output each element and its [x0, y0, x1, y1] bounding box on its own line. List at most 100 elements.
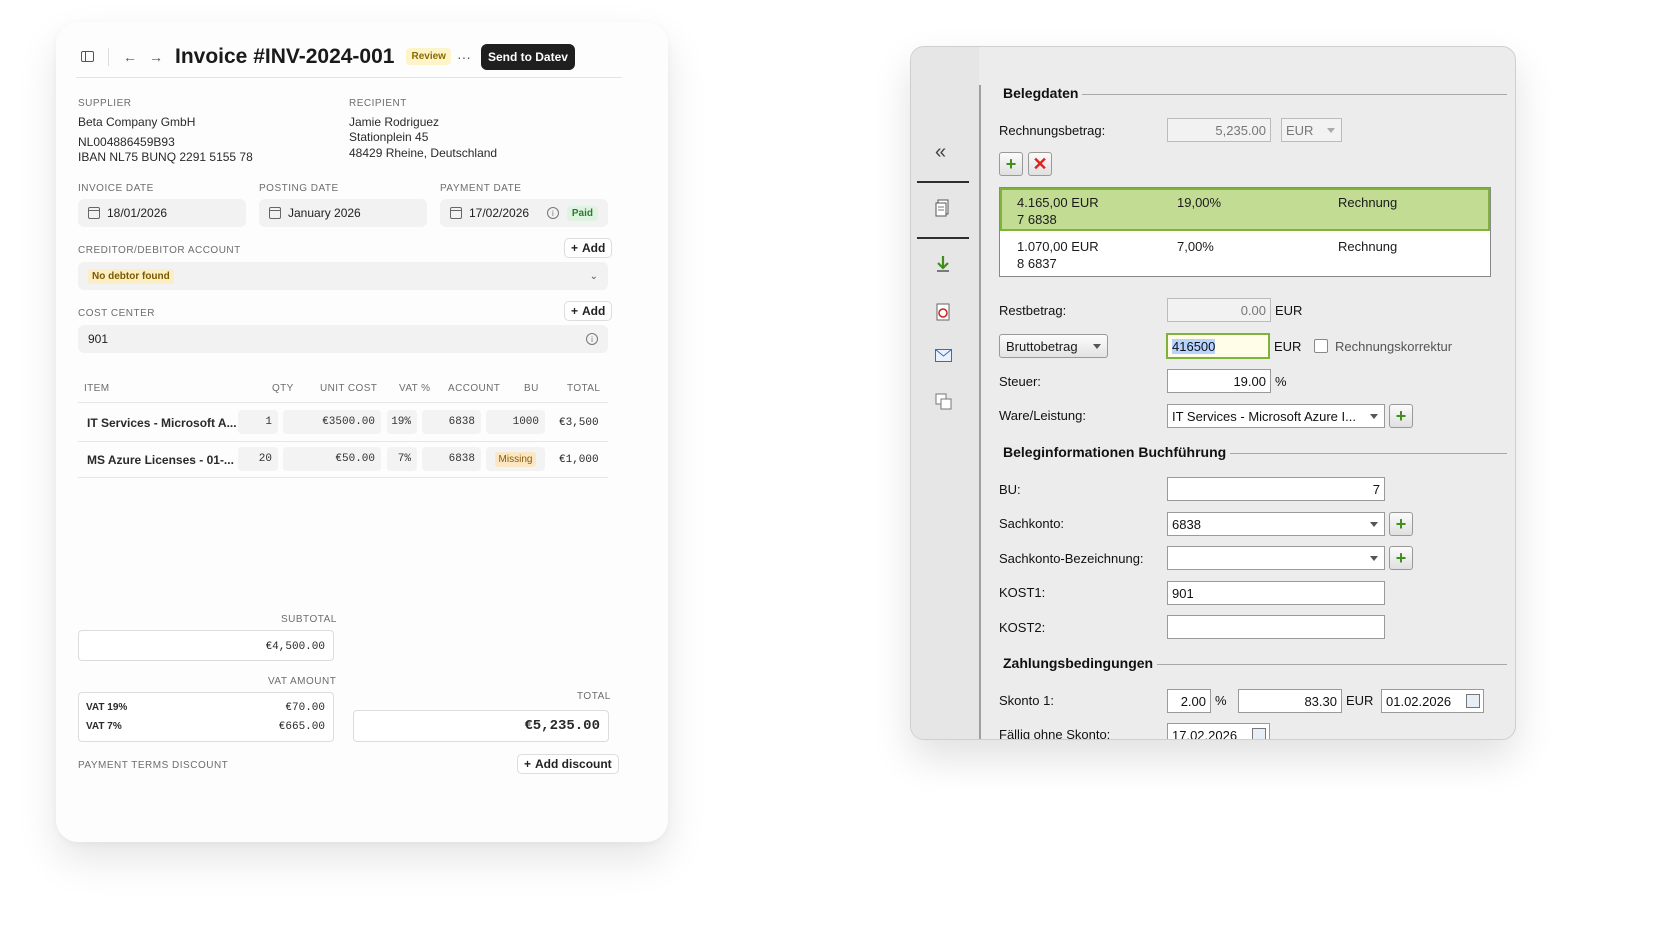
missing-badge: Missing [494, 451, 537, 467]
steuer-field[interactable]: 19.00 [1167, 369, 1271, 393]
row2-item[interactable]: MS Azure Licenses - 01-... [87, 452, 234, 468]
total-value: €5,235.00 [524, 718, 600, 734]
split-row[interactable]: 4.165,00 EUR 7 6838 19,00% Rechnung [1000, 188, 1490, 231]
subtotal-value: €4,500.00 [265, 641, 325, 653]
invoice-header: ← → Invoice #INV-2024-001 Review ··· Sen… [76, 36, 622, 78]
kost1-label: KOST1: [999, 585, 1046, 600]
add-cost-center-button[interactable]: + Add [564, 301, 613, 321]
sachkonto-bezeichnung-select[interactable] [1167, 546, 1385, 570]
send-to-datev-button[interactable]: Send to Datev [480, 43, 575, 70]
split-row[interactable]: 1.070,00 EUR 8 6837 7,00% Rechnung [1000, 233, 1490, 276]
add-sachkonto-button[interactable]: + [1389, 512, 1413, 536]
add-split-button[interactable]: + [999, 152, 1023, 176]
col-total: TOTAL [567, 383, 601, 394]
dropdown-arrow-icon [1370, 556, 1378, 561]
col-vat: VAT % [399, 383, 431, 394]
skonto1-percent-field[interactable]: 2.00 [1167, 689, 1211, 713]
recipient-city: 48429 Rheine, Deutschland [349, 146, 498, 160]
row2-vat[interactable]: 7% [387, 447, 417, 471]
supplier-label: SUPPLIER [78, 98, 132, 109]
col-qty: QTY [272, 383, 294, 394]
datev-window: « Belegdaten Rechnungsbetrag: 5,235.00 E… [910, 46, 1516, 740]
document-icon[interactable] [935, 199, 951, 222]
calendar-icon [88, 207, 100, 219]
kost2-field[interactable] [1167, 615, 1385, 639]
download-icon[interactable] [936, 255, 950, 278]
row1-item[interactable]: IT Services - Microsoft A... [87, 415, 237, 431]
skonto1-amount-field[interactable]: 83.30 [1238, 689, 1342, 713]
info-icon[interactable]: i [586, 333, 598, 345]
zahlungsbedingungen-heading: Zahlungsbedingungen [995, 655, 1158, 671]
ware-leistung-label: Ware/Leistung: [999, 408, 1086, 423]
collapse-chevrons-icon[interactable]: « [935, 141, 946, 164]
skonto1-label: Skonto 1: [999, 693, 1054, 708]
calendar-icon[interactable] [1252, 728, 1266, 739]
sachkonto-bezeichnung-label: Sachkonto-Bezeichnung: [999, 551, 1144, 566]
row1-account[interactable]: 6838 [422, 410, 481, 434]
faellig-date-field[interactable]: 17.02.2026 [1167, 723, 1270, 739]
paid-badge: Paid [566, 205, 598, 221]
row1-unit-cost[interactable]: €3500.00 [283, 410, 381, 434]
add-sachkonto-bezeichnung-button[interactable]: + [1389, 546, 1413, 570]
row2-account[interactable]: 6838 [422, 447, 481, 471]
total-label: TOTAL [577, 691, 611, 702]
row2-unit-cost[interactable]: €50.00 [283, 447, 381, 471]
add-creditor-button[interactable]: + Add [564, 238, 613, 258]
posting-date-value: January 2026 [288, 206, 361, 220]
supplier-vat-id: NL004886459B93 [78, 135, 175, 149]
skonto1-percent-unit: % [1215, 693, 1227, 708]
vat-19-value: €70.00 [285, 702, 325, 714]
calendar-icon [450, 207, 462, 219]
row1-bu[interactable]: 1000 [486, 410, 545, 434]
add-ware-button[interactable]: + [1389, 404, 1413, 428]
steuer-unit: % [1275, 374, 1287, 389]
add-discount-button[interactable]: + Add discount [517, 754, 619, 774]
delete-split-button[interactable]: ✕ [1028, 152, 1052, 176]
row1-vat[interactable]: 19% [387, 410, 417, 434]
row1-qty[interactable]: 1 [238, 410, 278, 434]
sachkonto-select[interactable]: 6838 [1167, 512, 1385, 536]
forward-arrow-icon[interactable]: → [145, 46, 167, 68]
calendar-icon [269, 207, 281, 219]
recipient-label: RECIPIENT [349, 98, 407, 109]
datev-sidebar: « [911, 47, 979, 739]
copy-icon[interactable] [935, 393, 952, 415]
row2-qty[interactable]: 20 [238, 447, 278, 471]
rechnungskorrektur-checkbox[interactable] [1314, 339, 1328, 353]
split-table: 4.165,00 EUR 7 6838 19,00% Rechnung 1.07… [999, 187, 1491, 277]
cost-center-field[interactable]: 901 i [78, 325, 608, 353]
creditor-select[interactable]: No debtor found ⌄ [78, 262, 608, 290]
posting-date-field[interactable]: January 2026 [259, 199, 427, 227]
kost1-field[interactable]: 901 [1167, 581, 1385, 605]
payment-date-field[interactable]: 17/02/2026 i Paid [440, 199, 608, 227]
dropdown-arrow-icon [1093, 344, 1101, 349]
bruttobetrag-select[interactable]: Bruttobetrag [999, 334, 1108, 358]
dropdown-arrow-icon [1370, 522, 1378, 527]
ware-leistung-select[interactable]: IT Services - Microsoft Azure I... [1167, 404, 1385, 428]
bu-field[interactable]: 7 [1167, 477, 1385, 501]
total-box: €5,235.00 [353, 710, 609, 742]
skonto1-date-field[interactable]: 01.02.2026 [1381, 689, 1484, 713]
vat-amount-box: VAT 19% €70.00 VAT 7% €665.00 [78, 692, 334, 742]
info-icon[interactable]: i [546, 207, 559, 219]
vat-7-value: €665.00 [278, 721, 325, 733]
sidebar-toggle-icon[interactable] [76, 46, 98, 68]
sachkonto-label: Sachkonto: [999, 516, 1065, 531]
payment-date-label: PAYMENT DATE [440, 183, 522, 194]
restbetrag-field: 0.00 [1167, 298, 1271, 322]
row2-bu[interactable]: Missing [486, 447, 545, 471]
recipient-street: Stationplein 45 [349, 130, 429, 144]
invoice-date-field[interactable]: 18/01/2026 [78, 199, 246, 227]
mail-icon[interactable] [935, 349, 952, 367]
buchfuehrung-heading: Beleginformationen Buchführung [995, 444, 1231, 460]
bruttobetrag-input[interactable]: 416500 [1166, 333, 1270, 359]
status-badge: Review [406, 48, 451, 65]
chevron-down-icon: ⌄ [589, 270, 598, 282]
pdf-icon[interactable] [935, 303, 951, 326]
back-arrow-icon[interactable]: ← [119, 46, 141, 68]
subtotal-label: SUBTOTAL [281, 614, 337, 625]
more-options-icon[interactable]: ··· [457, 49, 471, 65]
no-debtor-badge: No debtor found [88, 268, 174, 284]
rechnungsbetrag-label: Rechnungsbetrag: [999, 123, 1106, 138]
calendar-icon[interactable] [1466, 694, 1480, 708]
